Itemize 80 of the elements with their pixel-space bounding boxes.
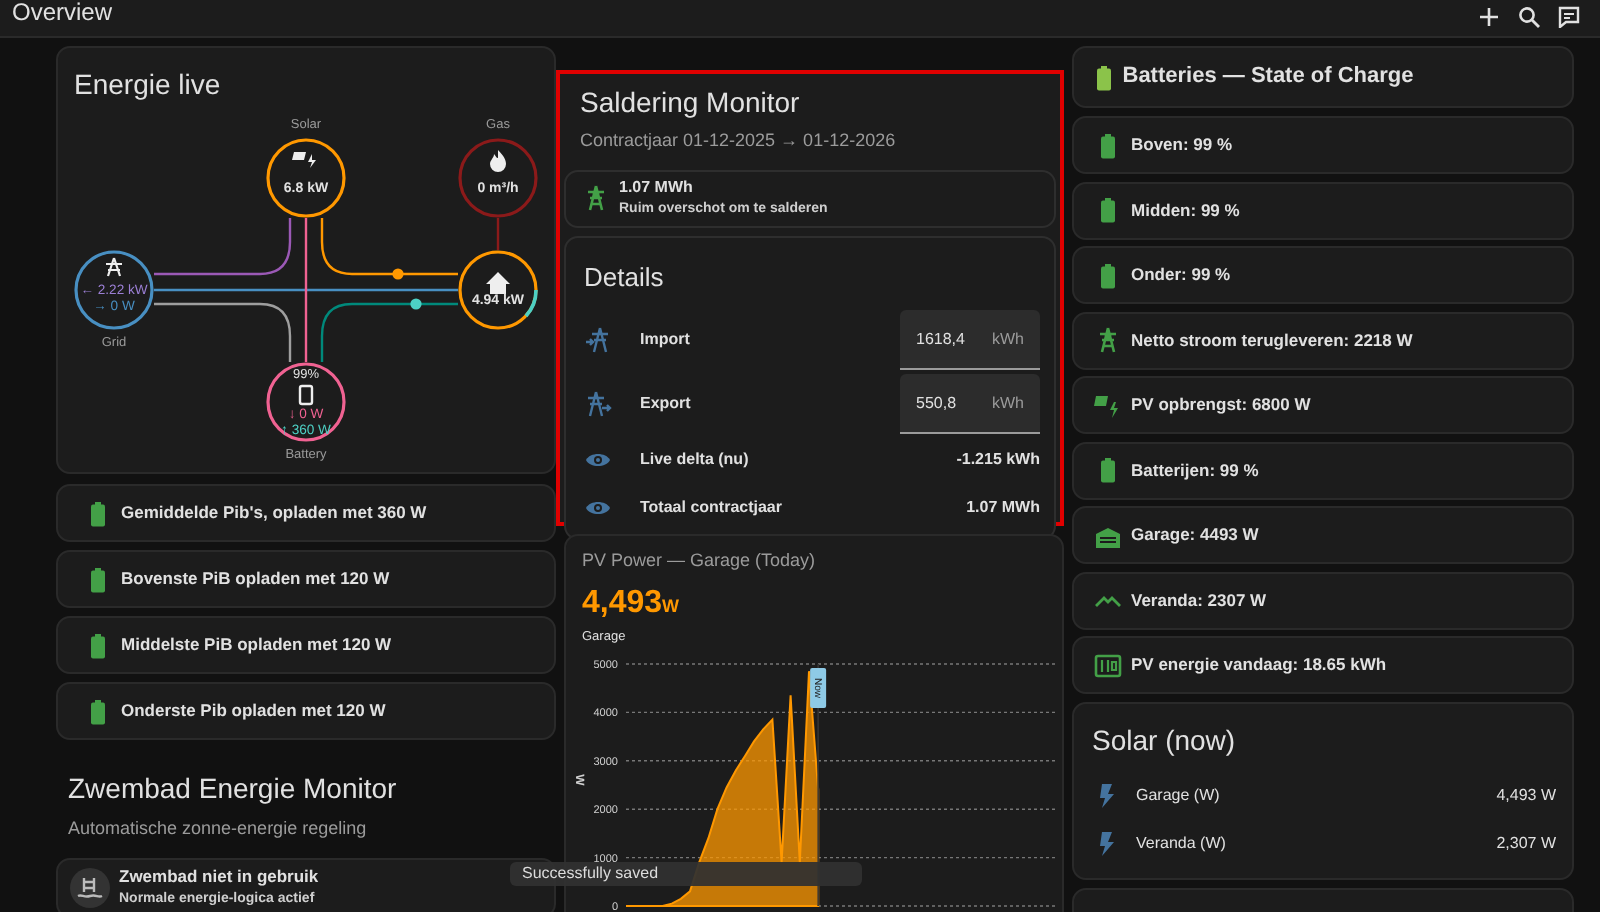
meter-icon <box>1094 651 1122 679</box>
entity-row[interactable]: PV opbrengst: 6800 W <box>1072 376 1574 434</box>
row-text: Garage: 4493 W <box>1131 522 1259 548</box>
section-subtitle: Automatische zonne-energie regeling <box>68 816 369 842</box>
card-title: Solar (now) <box>1092 723 1238 755</box>
battery-node <box>266 362 346 442</box>
number-field[interactable]: 1618,4 kWh <box>900 310 1040 370</box>
flow-line <box>154 218 292 276</box>
entity-row[interactable]: PV energie vandaag: 18.65 kWh <box>1072 636 1574 694</box>
card-subtitle: Contractjaar 01-12-2025 → 01-12-2026 <box>578 128 898 154</box>
row-text: Batterijen: 99 % <box>1131 457 1259 483</box>
toast-message: Successfully saved <box>510 862 862 886</box>
gas-node <box>458 138 538 218</box>
section-title: Zwembad Energie Monitor <box>68 772 399 804</box>
status-title: Zwembad niet in gebruik <box>119 863 319 890</box>
transmission-tower-icon <box>1094 326 1122 354</box>
transmission-tower-icon <box>104 256 124 278</box>
row-label: Export <box>640 392 693 416</box>
row-value: -1.215 kWh <box>956 448 1040 472</box>
entity-row[interactable]: Batterijen: 99 % <box>1072 441 1574 499</box>
solar-node <box>266 138 346 218</box>
add-icon[interactable] <box>1478 4 1500 27</box>
row-text: Gemiddelde Pib's, opladen met 360 W <box>121 500 427 526</box>
entity-row[interactable]: Onder: 99 % <box>1072 246 1574 304</box>
card-title: Details <box>584 259 666 295</box>
entity-row[interactable]: Garage: 4493 W <box>1072 506 1574 564</box>
row-text: Veranda: 2307 W <box>1131 587 1267 613</box>
row-text: Bovenste PiB opladen met 120 W <box>121 566 390 592</box>
row-text: PV energie vandaag: 18.65 kWh <box>1131 652 1387 678</box>
row-text: Boven: 99 % <box>1131 132 1233 158</box>
solar-panel-icon <box>1094 391 1122 419</box>
row-text: Netto stroom terugleveren: 2218 W <box>1131 327 1413 353</box>
row-label: Veranda (W) <box>1136 831 1228 855</box>
card-title: PV Power — Garage (Today) <box>582 548 818 574</box>
row-text: Middelste PiB opladen met 120 W <box>121 632 392 658</box>
flame-icon <box>490 150 506 172</box>
solar-panel-icon <box>292 152 316 168</box>
row-text: Onderste Pib opladen met 120 W <box>121 698 386 724</box>
number-field[interactable]: 550,8 kWh <box>900 374 1040 434</box>
search-icon[interactable] <box>1518 4 1540 27</box>
current-value: 4,493W <box>582 587 682 621</box>
transmission-tower-icon <box>584 326 612 354</box>
flow-dot <box>392 268 404 280</box>
transmission-tower-icon <box>584 390 612 418</box>
row-value: 1.07 MWh <box>966 496 1040 520</box>
pool-icon <box>70 867 110 907</box>
row-label: Live delta (nu) <box>640 448 751 472</box>
entity-row[interactable]: Middelste PiB opladen met 120 W <box>56 616 556 674</box>
card-title: Energie live <box>72 66 223 104</box>
page-title: Overview <box>12 0 113 26</box>
row-label: Garage (W) <box>1136 783 1222 807</box>
flow-line <box>496 218 500 250</box>
flow-dot <box>410 298 422 310</box>
transmission-tower-icon <box>582 184 610 212</box>
entity-row[interactable]: Onderste Pib opladen met 120 W <box>56 682 556 740</box>
row-value: 4,493 W <box>1496 783 1556 807</box>
card-title: Saldering Monitor <box>578 86 802 118</box>
entity-row[interactable]: Gemiddelde Pib's, opladen met 360 W <box>56 484 556 542</box>
flow-line <box>154 302 292 362</box>
flow-line <box>320 302 458 362</box>
grid-node <box>74 250 154 330</box>
row-text: Midden: 99 % <box>1131 197 1240 223</box>
chat-icon[interactable] <box>1558 4 1580 27</box>
entity-row[interactable]: Bovenste PiB opladen met 120 W <box>56 550 556 608</box>
ring-segment <box>524 289 538 318</box>
battery-icon <box>298 384 314 406</box>
home-icon <box>486 272 510 294</box>
row-label: Totaal contractjaar <box>640 496 784 520</box>
entity-row[interactable]: Veranda: 2307 W <box>1072 571 1574 629</box>
summary-value: 1.07 MWh <box>619 175 695 200</box>
entity-row[interactable]: Midden: 99 % <box>1072 181 1574 239</box>
row-text: PV opbrengst: 6800 W <box>1131 392 1311 418</box>
home-node <box>458 250 538 330</box>
entity-row[interactable]: Netto stroom terugleveren: 2218 W <box>1072 311 1574 369</box>
row-value: 2,307 W <box>1496 831 1556 855</box>
row-label: Import <box>640 328 692 352</box>
flow-line <box>320 218 458 276</box>
card-title: Batteries — State of Charge <box>1122 62 1414 93</box>
row-text: Onder: 99 % <box>1131 262 1231 288</box>
entity-row[interactable]: Boven: 99 % <box>1072 116 1574 174</box>
